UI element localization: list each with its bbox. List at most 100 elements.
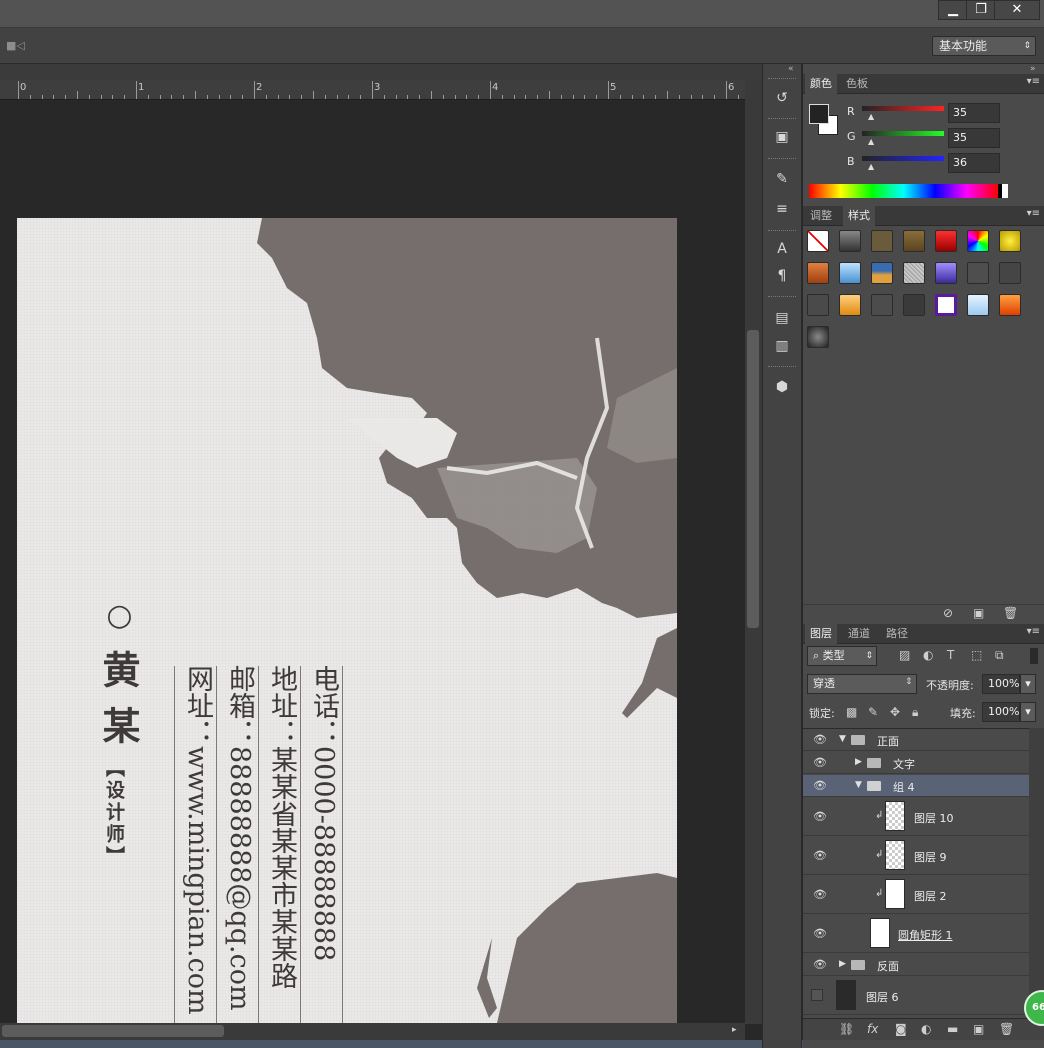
layer-row[interactable]: 👁︎ ↲ 图层 9	[803, 837, 1029, 875]
panel-menu-icon[interactable]: ▾≡	[1027, 76, 1040, 87]
clear-style-icon[interactable]: ⊘	[943, 606, 953, 620]
collapse-panels-icon[interactable]: »	[1030, 64, 1036, 74]
new-style-icon[interactable]: ▣	[973, 606, 984, 620]
color-spectrum-ramp[interactable]	[809, 184, 1008, 198]
tab-channels[interactable]: 通道	[843, 624, 875, 644]
r-slider[interactable]	[862, 106, 944, 111]
style-swatch[interactable]	[967, 230, 989, 252]
layer-row[interactable]: 👁︎ ↲ 图层 10	[803, 798, 1029, 836]
style-swatch[interactable]	[839, 294, 861, 316]
panel-menu-icon[interactable]: ▾≡	[1027, 208, 1040, 219]
expand-triangle-icon[interactable]: ▼	[855, 780, 862, 790]
style-swatch[interactable]	[807, 326, 829, 348]
style-swatch[interactable]	[967, 294, 989, 316]
vertical-scroll-thumb[interactable]	[747, 330, 759, 628]
b-slider-thumb[interactable]: ▲	[868, 162, 874, 171]
style-swatch[interactable]	[871, 294, 893, 316]
style-swatch[interactable]	[935, 262, 957, 284]
tab-adjustments[interactable]: 调整	[805, 206, 837, 226]
layer-row[interactable]: 👁︎ ▶ 反面	[803, 954, 1029, 976]
notes-icon[interactable]: ▤	[770, 307, 794, 329]
tab-paths[interactable]: 路径	[881, 624, 913, 644]
foreground-color-swatch[interactable]	[809, 104, 829, 124]
filter-pixel-icon[interactable]: ▨	[899, 648, 910, 662]
visibility-eye-icon[interactable]: 👁︎	[813, 958, 827, 971]
filter-type-icon[interactable]: T	[947, 648, 954, 662]
opacity-field[interactable]: 100%	[982, 674, 1020, 694]
style-swatch[interactable]	[903, 262, 925, 284]
fx-icon[interactable]: fx	[867, 1022, 878, 1036]
visibility-eye-icon[interactable]: 👁︎	[813, 849, 827, 862]
adjustment-layer-icon[interactable]: ◐	[921, 1022, 931, 1036]
close-button[interactable]: ✕	[994, 0, 1040, 20]
character-icon[interactable]: A	[770, 238, 794, 260]
style-swatch[interactable]	[999, 294, 1021, 316]
layer-row[interactable]: 👁︎ ▶ 文字	[803, 752, 1029, 774]
link-layers-icon[interactable]: ⛓	[839, 1022, 854, 1036]
visibility-eye-icon[interactable]: 👁︎	[813, 810, 827, 823]
style-swatch[interactable]	[807, 262, 829, 284]
tab-swatches[interactable]: 色板	[841, 74, 873, 94]
minimize-button[interactable]: ▁	[938, 0, 968, 20]
visibility-eye-icon[interactable]: 👁︎	[813, 779, 827, 792]
fill-dropdown-icon[interactable]: ▾	[1020, 702, 1036, 722]
style-none-swatch[interactable]	[807, 230, 829, 252]
add-mask-icon[interactable]: ◙	[895, 1022, 907, 1036]
lock-pixels-icon[interactable]: ✎	[868, 705, 878, 719]
new-layer-icon[interactable]: ▣	[973, 1022, 984, 1036]
style-swatch[interactable]	[871, 262, 893, 284]
collapse-icon[interactable]: «	[788, 64, 794, 74]
style-swatch[interactable]	[903, 230, 925, 252]
style-swatch[interactable]	[999, 230, 1021, 252]
lock-all-icon[interactable]: 🔒︎	[912, 705, 918, 720]
b-slider[interactable]	[862, 156, 944, 161]
3d-icon[interactable]: ▣	[770, 126, 794, 148]
visibility-eye-icon[interactable]: 👁︎	[813, 756, 827, 769]
visibility-eye-icon[interactable]: 👁︎	[813, 733, 827, 746]
filter-adjust-icon[interactable]: ◐	[923, 648, 933, 662]
r-value-field[interactable]: 35	[948, 103, 1000, 123]
horizontal-ruler[interactable]: 0 1 2 3 4 5 6	[0, 80, 745, 100]
fill-field[interactable]: 100%	[982, 702, 1020, 722]
style-swatch[interactable]	[935, 230, 957, 252]
tab-layers[interactable]: 图层	[805, 624, 837, 644]
visibility-eye-icon[interactable]: 👁︎	[813, 927, 827, 940]
scroll-right-arrow-icon[interactable]: ▸	[732, 1025, 737, 1035]
visibility-box[interactable]	[811, 989, 823, 1001]
collapse-triangle-icon[interactable]: ▶	[839, 959, 846, 969]
brush-settings-icon[interactable]: ✎	[770, 168, 794, 190]
horizontal-scroll-thumb[interactable]	[2, 1025, 224, 1037]
expand-triangle-icon[interactable]: ▼	[839, 734, 846, 744]
panel-menu-icon[interactable]: ▾≡	[1027, 626, 1040, 637]
layers-scrollbar[interactable]	[1029, 728, 1044, 1018]
layer-filter-select[interactable]: ⌕ 类型 ⇕	[807, 646, 877, 666]
collapse-triangle-icon[interactable]: ▶	[855, 757, 862, 767]
style-swatch[interactable]	[871, 230, 893, 252]
r-slider-thumb[interactable]: ▲	[868, 112, 874, 121]
style-swatch[interactable]	[967, 262, 989, 284]
style-swatch[interactable]	[807, 294, 829, 316]
layer-row[interactable]: 👁︎ 圆角矩形 1	[803, 915, 1029, 953]
info-icon[interactable]: ▥	[770, 335, 794, 357]
layer-row[interactable]: 图层 6	[803, 977, 1029, 1015]
workspace-select[interactable]: 基本功能 ⇕	[932, 36, 1036, 56]
g-slider-thumb[interactable]: ▲	[868, 137, 874, 146]
video-camera-icon[interactable]: ■◁	[6, 39, 25, 52]
visibility-eye-icon[interactable]: 👁︎	[813, 888, 827, 901]
style-swatch[interactable]	[839, 230, 861, 252]
style-swatch[interactable]	[999, 262, 1021, 284]
g-slider[interactable]	[862, 131, 944, 136]
filter-smart-icon[interactable]: ⧉	[995, 648, 1004, 663]
cube-icon[interactable]: ⬢	[770, 376, 794, 398]
lock-position-icon[interactable]: ✥	[890, 705, 900, 719]
business-card-canvas[interactable]: ○ 黄 某 【设计师】 电话：0000-88888888 地址：某某省某某市某某…	[17, 218, 677, 1023]
style-swatch[interactable]	[935, 294, 957, 316]
style-swatch[interactable]	[839, 262, 861, 284]
delete-style-icon[interactable]: 🗑	[1003, 606, 1018, 620]
tab-styles[interactable]: 样式	[843, 206, 875, 226]
b-value-field[interactable]: 36	[948, 153, 1000, 173]
restore-button[interactable]: ❐	[966, 0, 996, 20]
filter-shape-icon[interactable]: ⬚	[971, 648, 982, 662]
adjust-icon[interactable]: ≡	[770, 198, 794, 220]
tab-color[interactable]: 颜色	[805, 74, 837, 94]
